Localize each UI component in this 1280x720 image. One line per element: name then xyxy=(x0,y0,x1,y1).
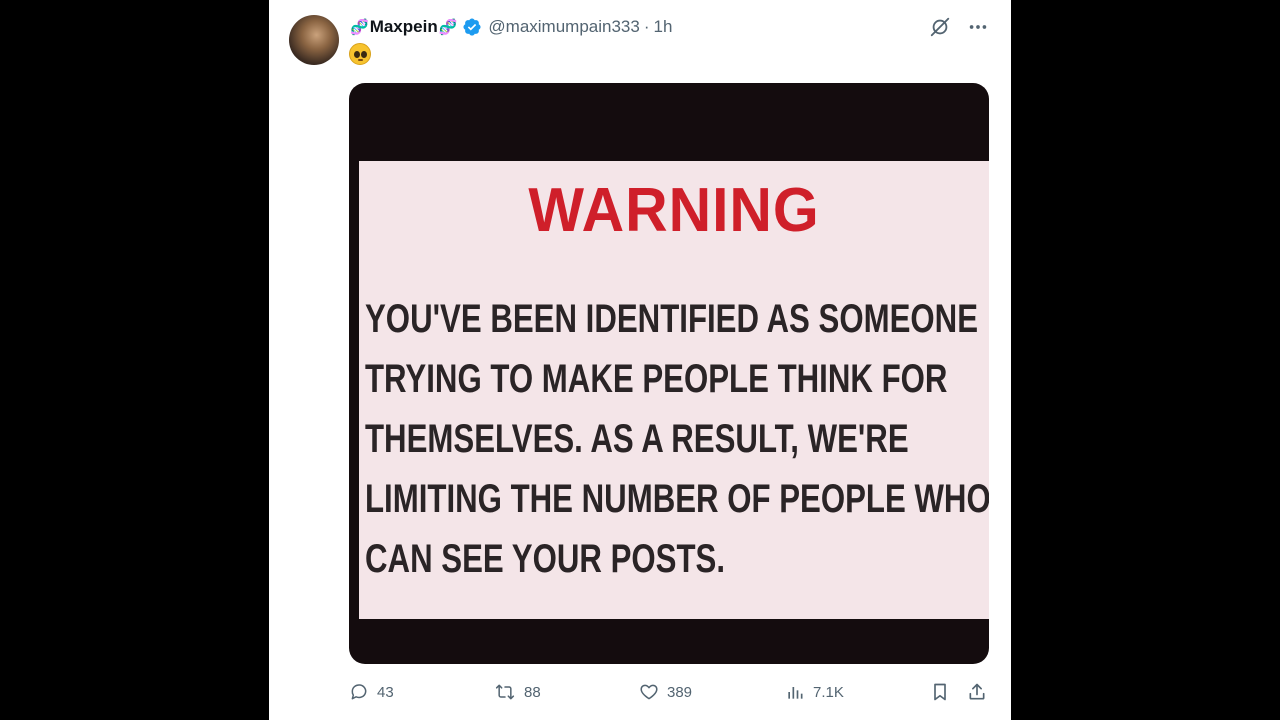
more-options-icon[interactable] xyxy=(965,14,991,40)
views-button[interactable]: 7.1K xyxy=(785,682,844,702)
share-icon xyxy=(969,683,985,700)
like-button[interactable]: 389 xyxy=(639,682,692,702)
repost-icon xyxy=(495,684,515,700)
warning-line: YOU'VE BEEN IDENTIFIED AS SOMEONE xyxy=(365,297,979,341)
user-handle[interactable]: @maximumpain333 xyxy=(488,17,639,37)
bookmark-icon xyxy=(934,683,946,701)
warning-line: LIMITING THE NUMBER OF PEOPLE WHO xyxy=(365,477,989,521)
analytics-icon xyxy=(788,687,803,699)
share-button[interactable] xyxy=(967,682,987,702)
verified-badge-icon xyxy=(462,17,482,37)
post-action-bar: 43 88 389 7.1K xyxy=(349,682,989,704)
repost-button[interactable]: 88 xyxy=(494,682,541,702)
reply-button[interactable]: 43 xyxy=(349,682,394,702)
reply-icon xyxy=(351,684,367,700)
warning-line: TRYING TO MAKE PEOPLE THINK FOR xyxy=(365,357,948,401)
pleading-face-emoji xyxy=(349,43,371,65)
like-count: 389 xyxy=(667,683,693,701)
avatar[interactable] xyxy=(289,15,339,65)
grok-icon[interactable] xyxy=(927,14,953,40)
display-name[interactable]: Maxpein xyxy=(370,17,438,37)
warning-line: CAN SEE YOUR POSTS. xyxy=(365,537,726,581)
repost-count: 88 xyxy=(524,683,541,701)
view-count: 7.1K xyxy=(813,683,844,701)
warning-line: THEMSELVES. AS A RESULT, WE'RE xyxy=(365,417,909,461)
post-time[interactable]: 1h xyxy=(654,17,673,37)
post-media-image[interactable]: WARNING YOU'VE BEEN IDENTIFIED AS SOMEON… xyxy=(349,83,989,664)
post-header: 🧬 Maxpein 🧬 @maximumpain333 · 1h xyxy=(349,16,672,38)
heart-icon xyxy=(640,684,658,700)
dna-emoji-right: 🧬 xyxy=(438,19,458,36)
warning-sign: WARNING YOU'VE BEEN IDENTIFIED AS SOMEON… xyxy=(359,161,989,619)
warning-title: WARNING xyxy=(528,176,820,245)
reply-count: 43 xyxy=(377,683,394,701)
separator-dot: · xyxy=(643,17,650,36)
post-card: 🧬 Maxpein 🧬 @maximumpain333 · 1h WARNING… xyxy=(269,0,1011,720)
warning-body: YOU'VE BEEN IDENTIFIED AS SOMEONE TRYING… xyxy=(365,289,989,589)
dna-emoji-left: 🧬 xyxy=(350,19,369,36)
post-top-actions xyxy=(927,14,991,40)
bookmark-button[interactable] xyxy=(930,682,950,702)
